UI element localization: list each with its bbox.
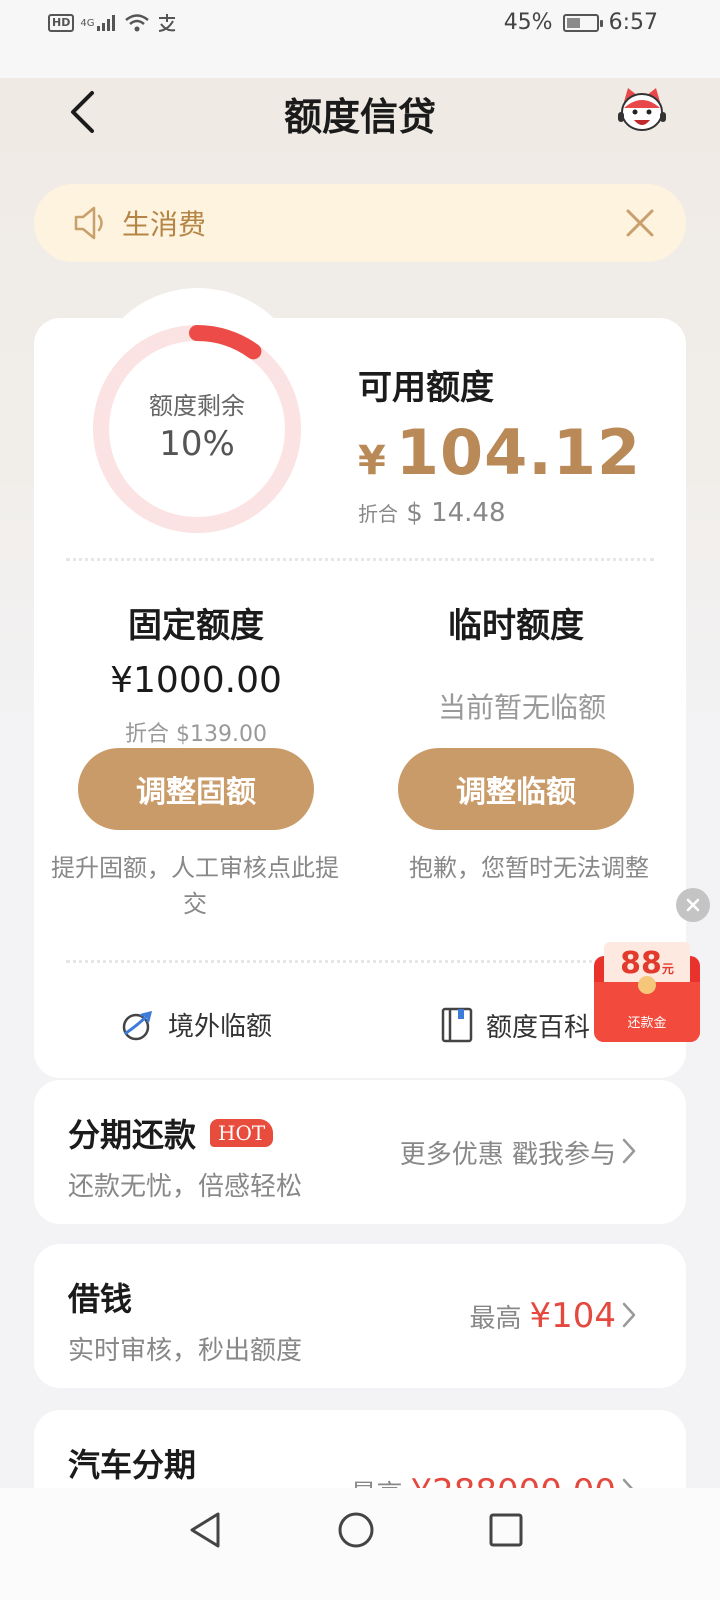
car-installment-title-text: 汽车分期 [68,1446,197,1484]
temp-quota-hint: 抱歉，您暂时无法调整 [409,854,649,882]
hd-icon: HD [48,14,75,32]
overseas-quota-link[interactable]: 境外临额 [120,1006,272,1043]
notice-bar[interactable]: 生消费 [34,184,686,262]
nav-recent-icon[interactable] [486,1510,526,1550]
nav-back-icon[interactable] [186,1510,226,1550]
quota-wiki-label: 额度百科 [486,1012,591,1043]
overseas-quota-label: 境外临额 [168,1012,273,1042]
status-icons-left: HD 4G [48,12,178,34]
status-icons-right: 45% 6:57 [504,10,658,35]
chevron-right-icon [622,1302,636,1328]
battery-percent: 45% [503,10,553,35]
float-close-button[interactable] [676,888,710,922]
quota-wiki-link[interactable]: 额度百科 [440,1006,590,1044]
envelope-label: 还款金 [627,1016,667,1031]
temp-quota-status: 当前暂无临额 [437,691,606,724]
signal-icon [97,15,116,31]
page-title: 额度信贷 [283,95,436,139]
temp-quota-title: 临时额度 [448,606,584,646]
mascot-button[interactable] [614,82,670,138]
fixed-quota-title: 固定额度 [128,606,264,646]
red-envelope-button[interactable]: 88元 还款金 [594,942,700,1042]
installment-promo: 更多优惠 戳我参与 [399,1139,616,1170]
battery-fill [566,17,580,28]
notice-text: 生消费 [122,208,207,241]
installment-card[interactable]: 分期还款 HOT 还款无忧，倍感轻松 更多优惠 戳我参与 [34,1080,686,1224]
conversion-prefix: 折合 [358,502,398,526]
chevron-right-icon [622,1138,636,1164]
app-header: 额度信贷 [0,78,720,148]
installment-title: 分期还款 HOT [68,1110,274,1156]
status-bar: HD 4G 45% 6:57 [0,0,720,78]
available-quota-amount: ¥ 104.12 [358,416,641,489]
globe-plane-icon [122,1010,153,1040]
system-nav-bar [0,1488,720,1600]
borrow-subtitle: 实时审核，秒出额度 [68,1336,303,1366]
borrow-max: 最高 ¥104 [469,1244,616,1388]
adjust-temp-button[interactable]: 调整临额 [398,748,634,830]
available-quota-label: 可用额度 [358,368,494,408]
network-label: 4G [80,17,95,29]
payment-app-icon [159,14,176,32]
nav-home-icon[interactable] [336,1510,376,1550]
available-amount-value: 104.12 [395,416,642,489]
speaker-icon [74,206,103,240]
fixed-quota-amount: ¥1000.00 [110,660,282,701]
adjust-fixed-button[interactable]: 调整固额 [78,748,314,830]
borrow-card[interactable]: 借钱 实时审核，秒出额度 最高 ¥104 [34,1244,686,1388]
currency-symbol: ¥ [358,438,386,484]
close-icon[interactable] [620,203,660,243]
coin-icon [638,976,656,994]
close-icon [686,898,700,912]
ring-label: 额度剩余 [149,392,245,420]
cat-mascot-icon [618,88,666,131]
fixed-quota-conversion: 折合 $139.00 [125,722,267,747]
envelope-amount-unit: 元 [661,962,674,976]
battery-icon [562,13,603,32]
borrow-max-prefix: 最高 [469,1303,522,1334]
hot-badge: HOT [210,1119,274,1147]
installment-subtitle: 还款无忧，倍感轻松 [68,1172,303,1202]
fixed-quota-hint[interactable]: 提升固额，人工审核点此提交 [40,850,350,922]
conversion-value: $ 14.48 [406,498,506,528]
borrow-title: 借钱 [68,1274,132,1320]
borrow-max-value: ¥104 [529,1296,616,1336]
clock: 6:57 [608,10,658,35]
available-conversion: 折合 $ 14.48 [358,498,506,528]
divider [66,558,654,561]
installment-title-text: 分期还款 [68,1116,197,1154]
borrow-title-text: 借钱 [68,1280,133,1318]
car-installment-title: 汽车分期 [68,1440,196,1486]
divider [66,960,654,963]
wifi-icon [125,14,150,32]
envelope-amount-value: 88 [620,946,662,981]
ring-percent: 10% [159,424,235,464]
book-icon [441,1007,473,1043]
